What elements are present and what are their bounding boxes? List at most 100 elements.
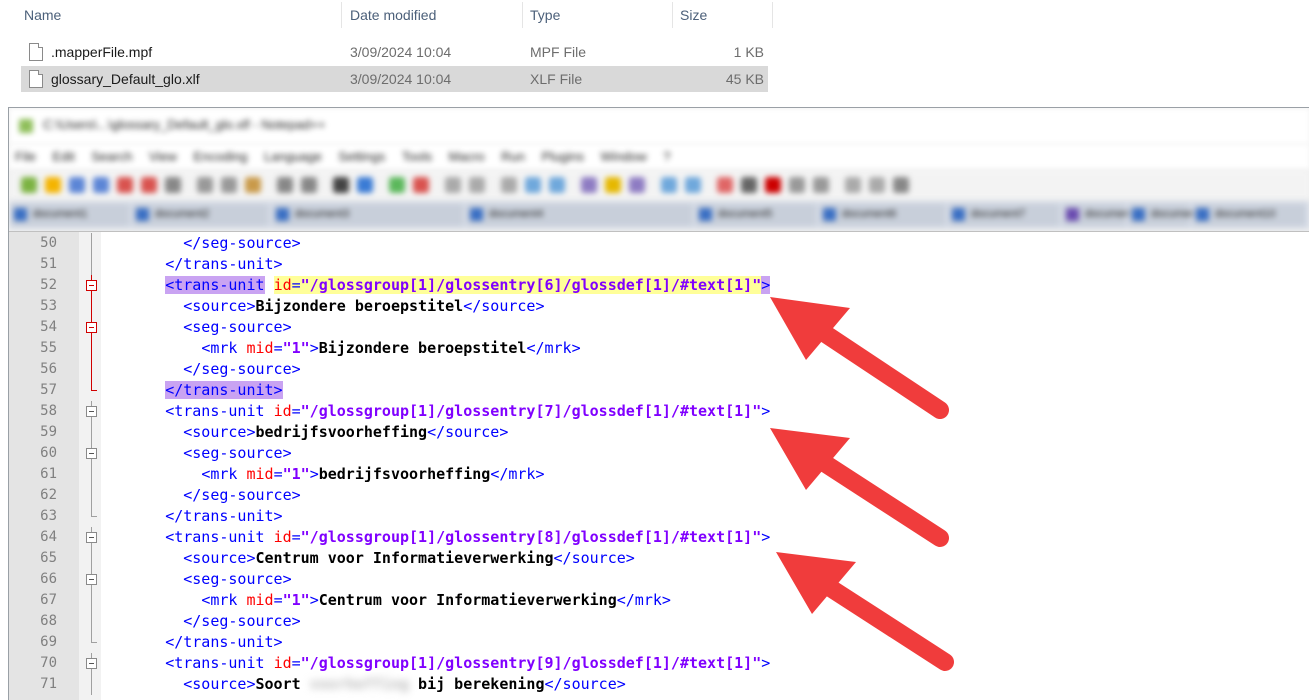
file-tab[interactable]: document10 — [1193, 204, 1305, 226]
code-line[interactable]: 67 <mrk mid="1">Centrum voor Informatiev… — [40, 590, 1309, 611]
code-line[interactable]: 70 <trans-unit id="/glossgroup[1]/glosse… — [40, 653, 1309, 674]
code-line[interactable]: 59 <source>bedrijfsvoorheffing</source> — [40, 422, 1309, 443]
code-line[interactable]: 60 <seg-source> — [40, 443, 1309, 464]
save-all-icon[interactable] — [93, 177, 109, 193]
code-line[interactable]: 69 </trans-unit> — [40, 632, 1309, 653]
code-line[interactable]: 53 <source>Bijzondere beroepstitel</sour… — [40, 296, 1309, 317]
play-macro-icon[interactable] — [765, 177, 781, 193]
menu-macro[interactable]: Macro — [449, 149, 485, 164]
code-line[interactable]: 65 <source>Centrum voor Informatieverwer… — [40, 548, 1309, 569]
code-line[interactable]: 51 </trans-unit> — [40, 254, 1309, 275]
code-line[interactable]: 71 <source>Soort voorheffing bij bereken… — [40, 674, 1309, 695]
indent-guide-icon[interactable] — [549, 177, 565, 193]
code-line[interactable]: 63 </trans-unit> — [40, 506, 1309, 527]
monitor-icon[interactable] — [685, 177, 701, 193]
zoom-in-icon[interactable] — [389, 177, 405, 193]
code-token: Centrum voor Informatieverwerking — [255, 549, 554, 567]
copy-icon[interactable] — [221, 177, 237, 193]
replace-icon[interactable] — [357, 177, 373, 193]
code-token: </trans-unit> — [165, 255, 283, 273]
tab-file-icon — [14, 208, 27, 221]
stop-macro-icon[interactable] — [741, 177, 757, 193]
code-line[interactable]: 57 </trans-unit> — [40, 380, 1309, 401]
column-divider[interactable] — [772, 2, 773, 28]
fold-toggle-icon[interactable] — [86, 322, 97, 333]
cut-icon[interactable] — [197, 177, 213, 193]
code-line[interactable]: 62 </seg-source> — [40, 485, 1309, 506]
file-tab[interactable]: document2 — [133, 204, 268, 226]
code-line[interactable]: 66 <seg-source> — [40, 569, 1309, 590]
code-line[interactable]: 68 </seg-source> — [40, 611, 1309, 632]
fold-toggle-icon[interactable] — [86, 406, 97, 417]
menu-file[interactable]: File — [15, 149, 36, 164]
menu-search[interactable]: Search — [91, 149, 132, 164]
menu-language[interactable]: Language — [264, 149, 322, 164]
redo-icon[interactable] — [301, 177, 317, 193]
fold-toggle-icon[interactable] — [86, 448, 97, 459]
wrap-icon[interactable] — [501, 177, 517, 193]
paste-icon[interactable] — [245, 177, 261, 193]
title-bar[interactable]: C:\Users\...\glossary_Default_glo.xlf - … — [9, 108, 1309, 144]
code-text: <source>Soort voorheffing bij berekening… — [111, 674, 626, 695]
file-row-mapperfile[interactable]: .mapperFile.mpf 3/09/2024 10:04 MPF File… — [21, 39, 768, 65]
all-chars-icon[interactable] — [525, 177, 541, 193]
file-tab[interactable]: document1 — [11, 204, 129, 226]
file-tab[interactable]: document6 — [820, 204, 945, 226]
sync-h-icon[interactable] — [469, 177, 485, 193]
file-tab[interactable]: document3 — [273, 204, 463, 226]
folder-workspace-icon[interactable] — [661, 177, 677, 193]
column-header-type[interactable]: Type — [522, 0, 672, 30]
code-line[interactable]: 64 <trans-unit id="/glossgroup[1]/glosse… — [40, 527, 1309, 548]
new-file-icon[interactable] — [21, 177, 37, 193]
menu-encoding[interactable]: Encoding — [193, 149, 247, 164]
record-macro-icon[interactable] — [717, 177, 733, 193]
menu-settings[interactable]: Settings — [338, 149, 385, 164]
find-icon[interactable] — [333, 177, 349, 193]
menu-view[interactable]: View — [149, 149, 177, 164]
menu-window[interactable]: Window — [601, 149, 647, 164]
code-area[interactable]: 50 </seg-source> 51 </trans-unit> 52 <tran… — [40, 232, 1309, 700]
file-tab[interactable]: document7 — [949, 204, 1059, 226]
udl-icon[interactable] — [581, 177, 597, 193]
function-list-icon[interactable] — [629, 177, 645, 193]
run-macro-icon[interactable] — [789, 177, 805, 193]
fold-toggle-icon[interactable] — [86, 532, 97, 543]
fold-toggle-icon[interactable] — [86, 658, 97, 669]
fold-toggle-icon[interactable] — [86, 280, 97, 291]
file-tab[interactable]: document9 — [1129, 204, 1205, 226]
menu-edit[interactable]: Edit — [52, 149, 74, 164]
file-tab[interactable]: document8 — [1063, 204, 1139, 226]
menu-run[interactable]: Run — [501, 149, 525, 164]
menu-tools[interactable]: Tools — [402, 149, 432, 164]
doc-map-icon[interactable] — [605, 177, 621, 193]
plugin-icon[interactable] — [869, 177, 885, 193]
menu-plugins[interactable]: Plugins — [541, 149, 584, 164]
save-macro-icon[interactable] — [813, 177, 829, 193]
column-header-size[interactable]: Size — [672, 0, 772, 30]
code-line[interactable]: 50 </seg-source> — [40, 233, 1309, 254]
code-line[interactable]: 54 <seg-source> — [40, 317, 1309, 338]
save-icon[interactable] — [69, 177, 85, 193]
code-line[interactable]: 61 <mrk mid="1">bedrijfsvoorheffing</mrk… — [40, 464, 1309, 485]
zoom-out-icon[interactable] — [413, 177, 429, 193]
fold-toggle-icon[interactable] — [86, 574, 97, 585]
print-icon[interactable] — [165, 177, 181, 193]
code-line[interactable]: 56 </seg-source> — [40, 359, 1309, 380]
compare-icon[interactable] — [893, 177, 909, 193]
file-row-glossary[interactable]: glossary_Default_glo.xlf 3/09/2024 10:04… — [21, 66, 768, 92]
sync-v-icon[interactable] — [445, 177, 461, 193]
code-line[interactable]: 52 <trans-unit id="/glossgroup[1]/glosse… — [40, 275, 1309, 296]
file-tab[interactable]: document4 — [467, 204, 692, 226]
column-header-date-modified[interactable]: Date modified — [342, 0, 522, 30]
code-token: id — [273, 402, 292, 420]
open-file-icon[interactable] — [45, 177, 61, 193]
file-tab[interactable]: document5 — [696, 204, 816, 226]
code-line[interactable]: 58 <trans-unit id="/glossgroup[1]/glosse… — [40, 401, 1309, 422]
code-line[interactable]: 55 <mrk mid="1">Bijzondere beroepstitel<… — [40, 338, 1309, 359]
menu-help[interactable]: ? — [663, 149, 670, 164]
close-icon[interactable] — [117, 177, 133, 193]
close-all-icon[interactable] — [141, 177, 157, 193]
code-editor[interactable]: 50 </seg-source> 51 </trans-unit> 52 <tran… — [9, 231, 1309, 700]
spellcheck-icon[interactable] — [845, 177, 861, 193]
undo-icon[interactable] — [277, 177, 293, 193]
